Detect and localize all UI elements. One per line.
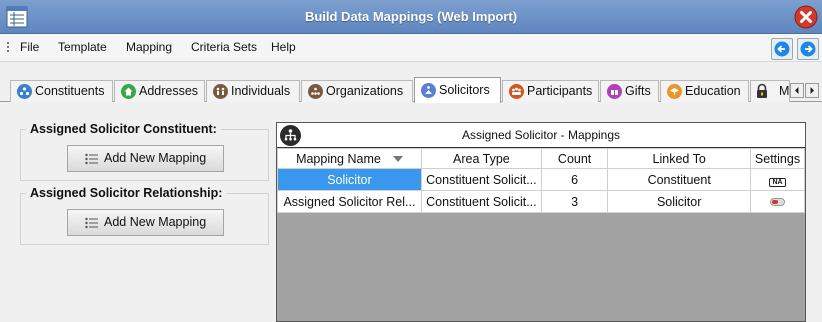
column-header-area-type[interactable]: Area Type [420,148,542,169]
forward-arrow-icon [800,41,816,57]
menu-template[interactable]: Template [58,34,107,61]
tab-solicitors[interactable]: Solicitors [414,77,501,103]
tab-strip: Constituents Addresses Individuals Organ… [0,77,822,103]
organization-icon [308,84,323,99]
add-mapping-icon [85,153,98,165]
tab-label: Participants [527,84,593,98]
close-icon[interactable] [794,5,818,29]
grid-header-row: Mapping Name Area Type Count Linked To S… [277,148,805,169]
tab-scroll-right-button[interactable] [805,83,819,98]
tab-label: Me [779,84,790,98]
button-label: Add New Mapping [104,151,207,165]
mappings-panel: Assigned Solicitor - Mappings Mapping Na… [276,122,806,322]
tab-label: Education [685,84,741,98]
table-row[interactable]: Solicitor Constituent Solicit... 6 Const… [277,168,805,191]
forward-button[interactable] [797,38,819,60]
add-constituent-mapping-button[interactable]: Add New Mapping [67,145,224,172]
column-header-mapping-name[interactable]: Mapping Name [277,148,422,169]
solicitors-icon [421,83,436,98]
menu-bar: File Template Mapping Criteria Sets Help [0,34,822,62]
sort-down-icon[interactable] [392,156,403,163]
menu-grip [7,42,9,54]
chevron-left-icon [795,87,799,94]
back-arrow-icon [774,41,790,57]
tab-label: Constituents [35,84,105,98]
tab-label: Individuals [231,84,291,98]
toggle-off-icon[interactable] [770,198,785,207]
tab-label: Gifts [625,84,651,98]
home-icon [121,84,136,99]
menu-criteria-sets[interactable]: Criteria Sets [191,34,257,61]
column-header-label: Mapping Name [296,151,381,166]
hierarchy-icon[interactable] [280,125,301,146]
tab-gifts[interactable]: Gifts [600,80,659,102]
cell-linked-to[interactable]: Constituent [607,168,751,191]
table-row[interactable]: Assigned Solicitor Rel... Constituent So… [277,190,805,213]
gift-icon [607,84,622,99]
tab-content: Assigned Solicitor Constituent: Add New … [0,102,822,322]
tab-organizations[interactable]: Organizations [301,80,413,102]
mappings-panel-title: Assigned Solicitor - Mappings [461,128,621,142]
cell-count[interactable]: 3 [540,190,609,213]
education-icon [667,84,682,99]
mappings-grid: Mapping Name Area Type Count Linked To S… [277,148,805,213]
title-bar: Build Data Mappings (Web Import) [0,0,822,34]
cell-mapping-name[interactable]: Solicitor [277,168,422,191]
menu-mapping[interactable]: Mapping [126,34,172,61]
cell-count[interactable]: 6 [540,168,609,191]
column-header-count[interactable]: Count [540,148,609,169]
tab-addresses[interactable]: Addresses [114,80,205,102]
constituents-icon [17,84,32,99]
chevron-right-icon [810,87,814,94]
constituent-group-label: Assigned Solicitor Constituent: [26,122,221,136]
cell-settings[interactable]: NA [750,168,805,191]
tab-scroll-left-button[interactable] [790,83,804,98]
mappings-panel-header: Assigned Solicitor - Mappings [277,123,805,148]
tab-me[interactable]: Me [750,80,790,102]
column-header-linked-to[interactable]: Linked To [607,148,751,169]
na-badge-icon[interactable]: NA [769,177,786,187]
lock-icon [755,83,770,98]
cell-area-type[interactable]: Constituent Solicit... [420,168,542,191]
column-header-settings[interactable]: Settings [750,148,805,169]
tab-label: Organizations [326,84,404,98]
tab-education[interactable]: Education [660,80,749,102]
menu-help[interactable]: Help [271,34,296,61]
tab-label: Addresses [139,84,199,98]
tab-label: Solicitors [439,83,490,97]
add-mapping-icon [85,217,98,229]
menu-file[interactable]: File [20,34,39,61]
cell-linked-to[interactable]: Solicitor [607,190,751,213]
toggle-knob [772,200,778,205]
tab-individuals[interactable]: Individuals [206,80,300,102]
participants-icon [509,84,524,99]
people-icon [213,84,228,99]
tab-constituents[interactable]: Constituents [10,80,113,102]
cell-area-type[interactable]: Constituent Solicit... [420,190,542,213]
button-label: Add New Mapping [104,215,207,229]
back-button[interactable] [771,38,793,60]
cell-settings[interactable] [750,190,805,213]
cell-mapping-name[interactable]: Assigned Solicitor Rel... [277,190,422,213]
add-relationship-mapping-button[interactable]: Add New Mapping [67,209,224,236]
tab-participants[interactable]: Participants [502,80,599,102]
window-title: Build Data Mappings (Web Import) [304,9,518,24]
relationship-group-label: Assigned Solicitor Relationship: [26,186,227,200]
